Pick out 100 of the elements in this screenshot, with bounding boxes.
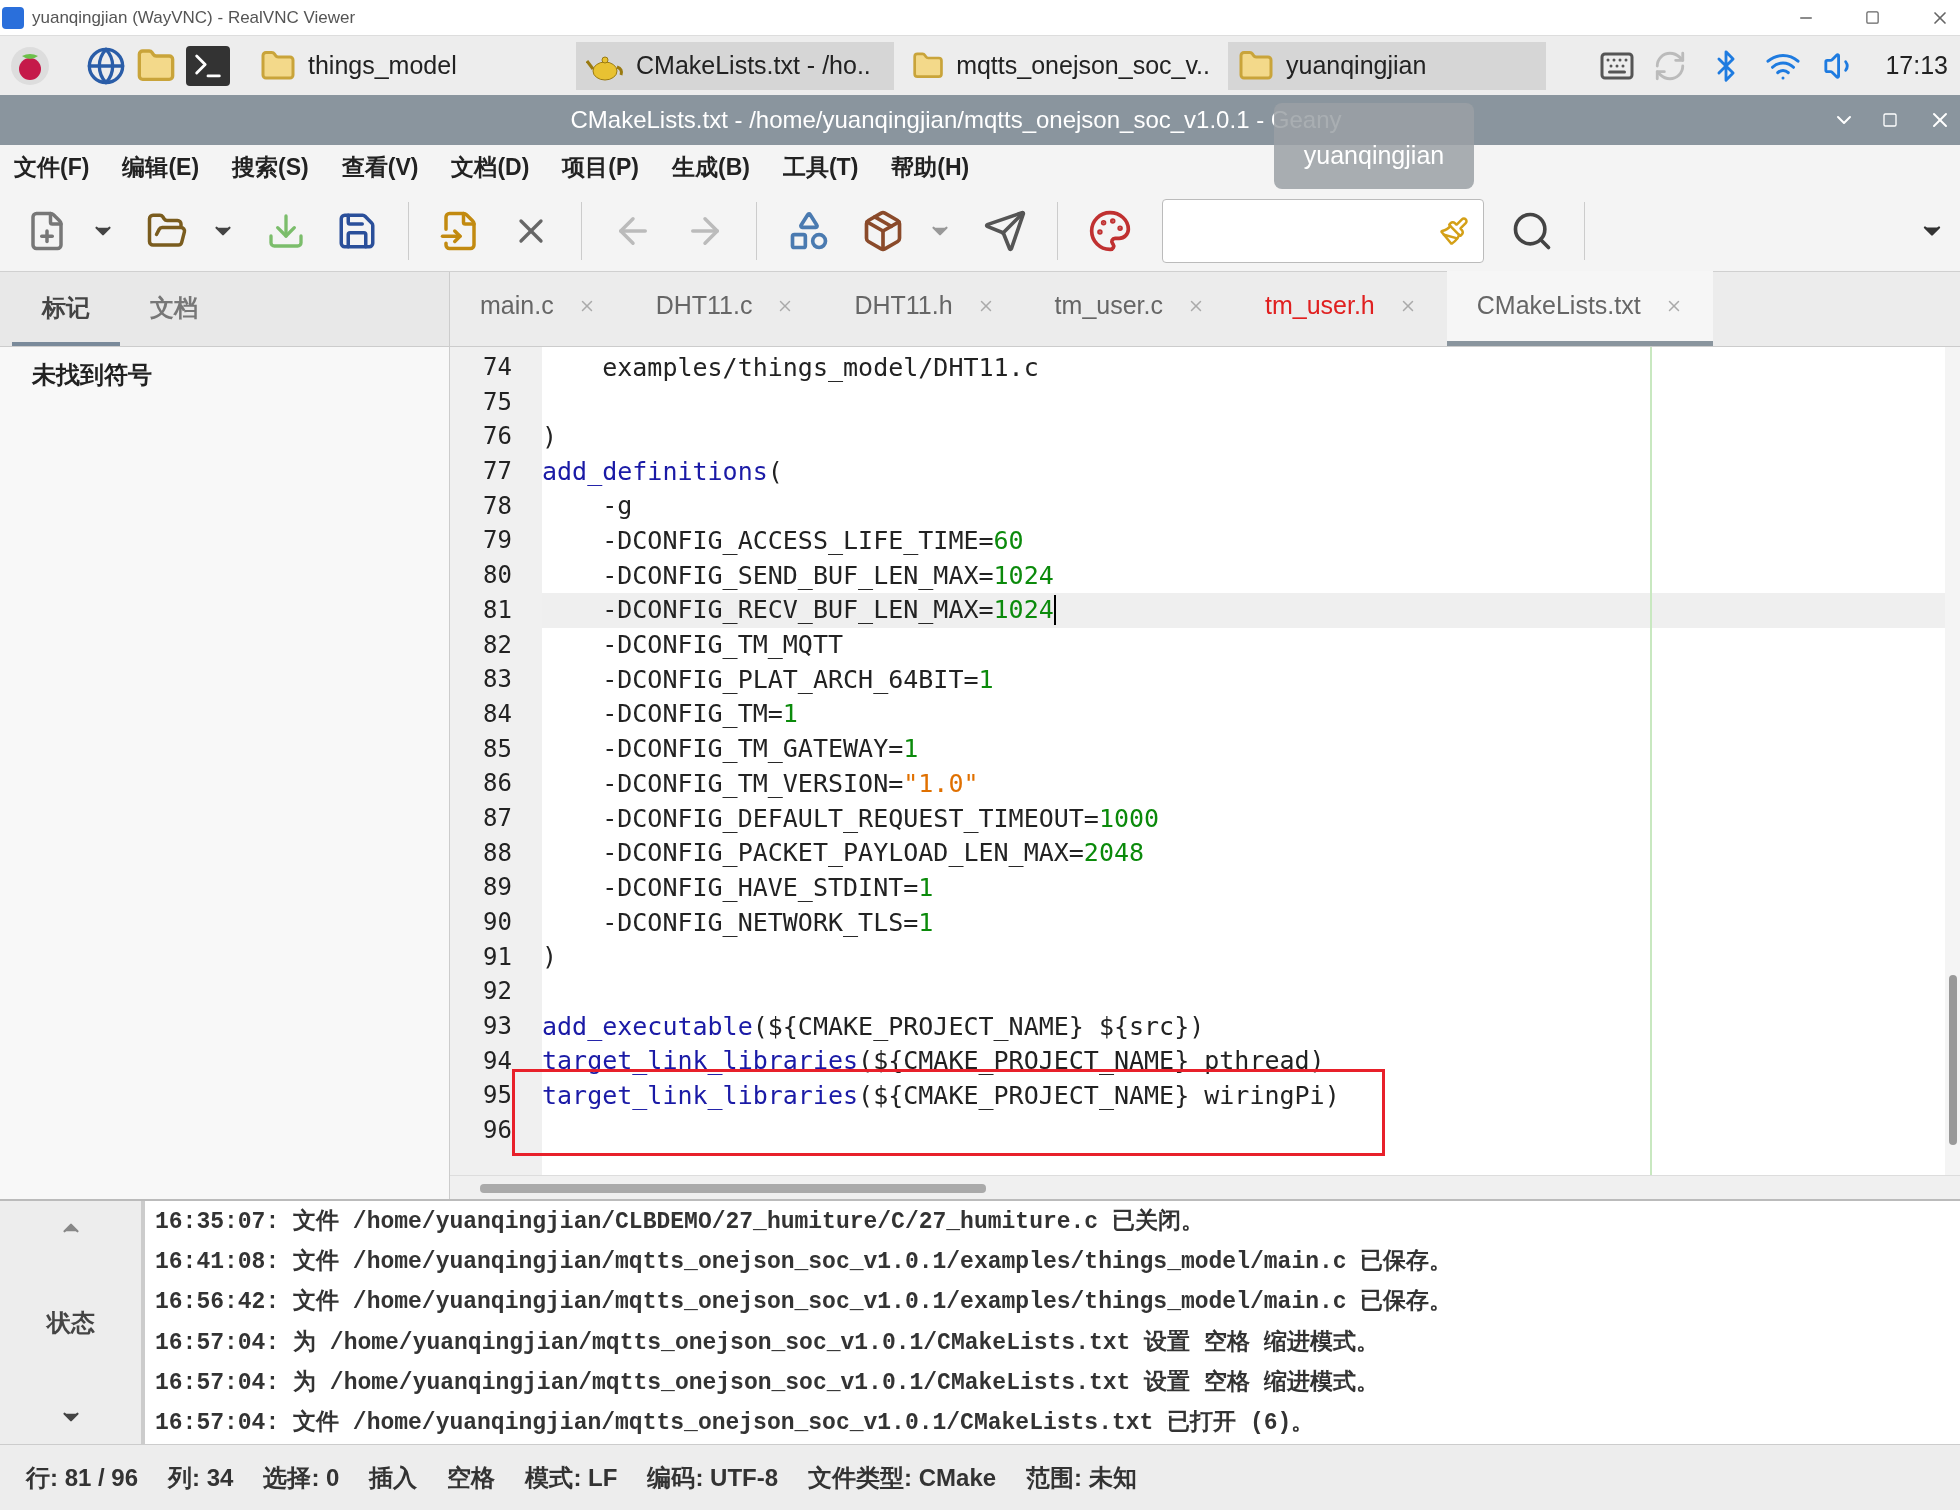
code-text: -DCONFIG_DEFAULT_REQUEST_TIMEOUT=: [601, 802, 1099, 835]
horizontal-scrollbar[interactable]: [450, 1175, 1960, 1199]
broom-icon[interactable]: [1439, 215, 1469, 246]
line-number: 91: [482, 941, 512, 973]
maximize-icon[interactable]: [1865, 10, 1880, 25]
line-number: 88: [482, 837, 512, 869]
log-line: 16:41:08: 文件 /home/yuanqingjian/mqtts_onejson_soc_v1.0.1/examples/things_model/main.c 已保存。: [155, 1247, 1454, 1278]
vertical-scrollbar[interactable]: [1945, 347, 1960, 1175]
log-line: 16:57:04: 为 /home/yuanqingjian/mqtts_onejson_soc_v1.0.1/CMakeLists.txt 设置 空格 缩进模式。: [155, 1328, 1380, 1358]
line-number: 95: [482, 1080, 512, 1112]
line-number: 96: [482, 1115, 512, 1147]
line-number: 85: [482, 733, 512, 765]
line-number: 79: [482, 525, 512, 557]
menu-item[interactable]: 查看(V): [341, 150, 419, 185]
menu-item[interactable]: 搜索(S): [232, 150, 309, 185]
line-number: 83: [482, 664, 512, 696]
text-cursor: [1053, 595, 1056, 626]
terminal-icon[interactable]: [186, 45, 230, 86]
code-text: 1000: [1098, 802, 1160, 835]
taskbar-window[interactable]: mqtts_onejson_soc_v..: [902, 41, 1220, 90]
code-text: (: [767, 455, 783, 488]
code-text: -DCONFIG_ACCESS_LIFE_TIME=: [601, 525, 994, 558]
line-number: 90: [482, 907, 512, 938]
search-field[interactable]: [1162, 198, 1484, 263]
line-number: 93: [482, 1011, 512, 1043]
taskbar-window[interactable]: CMakeLists.txt - /ho..: [576, 41, 894, 90]
taskbar-window[interactable]: yuanqingjian: [1228, 41, 1546, 90]
menu-item[interactable]: 项目(P): [562, 150, 639, 185]
code-text: 1: [918, 906, 934, 939]
sidebar-tab[interactable]: 标记: [12, 274, 120, 346]
line-number: 82: [482, 629, 512, 661]
line-number: 77: [482, 456, 512, 488]
editor-tab[interactable]: DHT11.h: [824, 271, 1025, 346]
code-text: 1: [903, 733, 919, 766]
code-text: -DCONFIG_TM=: [601, 698, 783, 731]
status-item: 文件类型: CMake: [808, 1462, 997, 1493]
code-text: -DCONFIG_NETWORK_TLS=: [601, 906, 919, 939]
status-item: 空格: [447, 1462, 496, 1493]
status-item: 模式: LF: [525, 1462, 618, 1493]
editor-tab[interactable]: CMakeLists.txt: [1446, 271, 1713, 346]
menu-item[interactable]: 工具(T): [782, 150, 859, 185]
clock: 17:13: [1885, 49, 1948, 81]
code-text: 60: [993, 525, 1024, 558]
menu-item[interactable]: 编辑(E): [122, 150, 200, 185]
line-number: 87: [482, 802, 512, 834]
status-item: 选择: 0: [263, 1462, 340, 1493]
app-logo-icon: [2, 6, 24, 29]
line-number: 75: [482, 386, 512, 418]
editor-tab[interactable]: main.c: [450, 271, 626, 346]
code-text: ): [542, 941, 558, 974]
code-text: (${CMAKE_PROJECT_NAME} pthread): [858, 1045, 1325, 1078]
color-chooser-icon[interactable]: [1088, 208, 1132, 253]
log-line: 16:57:04: 为 /home/yuanqingjian/mqtts_onejson_soc_v1.0.1/CMakeLists.txt 设置 空格 缩进模式。: [155, 1368, 1380, 1398]
editor-tab[interactable]: tm_user.h: [1235, 271, 1447, 346]
status-item: 编码: UTF-8: [647, 1462, 779, 1493]
code-text: (${CMAKE_PROJECT_NAME} wiringPi): [858, 1080, 1340, 1113]
globe-icon[interactable]: [86, 45, 126, 86]
menu-item[interactable]: 文件(F): [14, 150, 90, 185]
code-text: -DCONFIG_TM_GATEWAY=: [601, 733, 904, 766]
editor-tab[interactable]: DHT11.c: [625, 271, 825, 346]
status-item: 行: 81 / 96: [26, 1462, 139, 1493]
status-item: 范围: 未知: [1026, 1462, 1137, 1493]
paper-plane-icon[interactable]: [983, 208, 1027, 253]
code-text: 2048: [1083, 837, 1145, 870]
line-number: 80: [482, 560, 512, 592]
code-text: target_link_libraries: [542, 1045, 859, 1078]
editor-tab[interactable]: tm_user.c: [1024, 271, 1235, 346]
menu-item[interactable]: 文档(D): [451, 150, 530, 185]
line-number: 81: [482, 594, 512, 626]
code-text: 1: [918, 871, 934, 904]
menu-item[interactable]: 生成(B): [672, 150, 750, 185]
line-number: 86: [482, 768, 512, 800]
raspberry-icon[interactable]: [10, 45, 50, 86]
code-text: -DCONFIG_RECV_BUF_LEN_MAX=: [601, 594, 994, 627]
code-text: 1: [978, 663, 994, 696]
status-item: 列: 34: [168, 1462, 234, 1493]
log-line: 16:57:04: 文件 /home/yuanqingjian/mqtts_onejson_soc_v1.0.1/CMakeLists.txt 已打开 (6)。: [155, 1408, 1316, 1438]
line-number: 89: [482, 872, 512, 904]
code-text: "1.0": [903, 767, 979, 800]
symbol-message: 未找到符号: [32, 360, 153, 390]
log-line: 16:35:07: 文件 /home/yuanqingjian/CLBDEMO/27_humiture/C/27_humiture.c 已关闭。: [155, 1207, 1205, 1237]
code-text: -DCONFIG_SEND_BUF_LEN_MAX=: [601, 559, 994, 592]
code-text: (${CMAKE_PROJECT_NAME} ${src}): [752, 1010, 1205, 1043]
code-text: 1: [782, 698, 798, 731]
code-text: -g: [601, 490, 633, 523]
code-text: -DCONFIG_TM_VERSION=: [601, 767, 904, 800]
code-text: 1024: [993, 559, 1054, 592]
menu-item[interactable]: 帮助(H): [891, 150, 970, 185]
messages-tab[interactable]: 状态: [46, 1304, 95, 1341]
code-text: ): [542, 420, 558, 453]
line-number: 84: [482, 698, 512, 730]
code-text: -DCONFIG_HAVE_STDINT=: [601, 871, 919, 904]
line-number: 78: [482, 490, 512, 522]
status-item: 插入: [369, 1462, 418, 1493]
window-title: yuanqingjian (WayVNC) - RealVNC Viewer: [32, 6, 356, 29]
sidebar-tab[interactable]: 文档: [120, 274, 228, 346]
line-number: 76: [482, 421, 512, 453]
code-text: target_link_libraries: [542, 1080, 859, 1113]
taskbar-window[interactable]: things_model: [250, 41, 568, 90]
code-text: 1024: [993, 594, 1054, 627]
